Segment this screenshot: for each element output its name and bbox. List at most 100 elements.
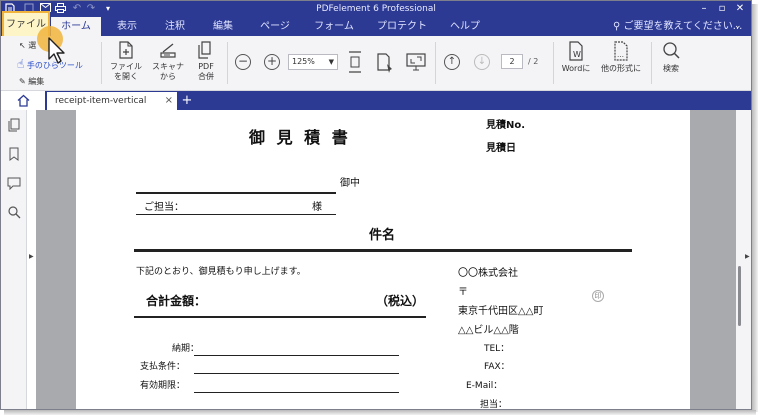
payment-line — [194, 373, 399, 374]
title-bar: ↶ ↷ ▾ PDFelement 6 Professional – ▫ ✕ — [1, 1, 751, 17]
validity-label: 有効期限： — [140, 381, 186, 391]
help-search-box[interactable]: ⚲ ご要望を教えてください... — [613, 17, 742, 36]
hand-icon: ☝ — [17, 57, 25, 71]
thumbnails-icon[interactable] — [7, 118, 21, 132]
payment-terms-label: 支払条件： — [140, 362, 186, 372]
help-search-placeholder: ご要望を教えてください... — [623, 21, 743, 32]
open-file-button[interactable]: ファイル を開く — [107, 40, 145, 82]
expand-left-panel-icon[interactable]: ▶ — [29, 253, 34, 260]
window-title: PDFelement 6 Professional — [316, 4, 436, 14]
collapse-ribbon-icon[interactable]: ⌄ — [734, 17, 742, 36]
recipient-line — [136, 192, 336, 194]
page-number-input[interactable]: 2 — [501, 54, 523, 69]
zoom-in-icon[interactable]: + — [264, 54, 280, 70]
svg-text:W: W — [573, 50, 581, 59]
convert-to-other-button[interactable]: … 他の形式に — [597, 40, 645, 74]
left-sidebar — [1, 110, 27, 409]
seal-mark: 印 — [592, 290, 604, 302]
chevron-down-icon: ▼ — [328, 58, 334, 66]
intro-text: 下記のとおり、御見積もり申し上げます。 — [136, 267, 306, 277]
tab-title: receipt-item-vertical — [55, 96, 147, 106]
page-select-icon[interactable] — [376, 52, 394, 78]
next-page-icon[interactable]: ↓ — [474, 54, 490, 70]
lightbulb-icon: ⚲ — [613, 21, 621, 32]
menu-view[interactable]: 表示 — [105, 17, 149, 36]
window-shadow — [752, 4, 758, 412]
contact-label: 担当： — [480, 400, 508, 410]
subject-line — [134, 249, 632, 252]
fax-label: FAX： — [484, 362, 510, 372]
window-shadow — [4, 410, 756, 415]
zoom-out-icon[interactable]: − — [235, 54, 251, 70]
edit-tool-button[interactable]: ✎ 編集 — [19, 76, 44, 88]
delivery-line — [194, 355, 399, 356]
home-tab[interactable] — [1, 91, 45, 110]
close-tab-icon[interactable]: × — [165, 92, 173, 110]
select-tool[interactable]: ↖ 選 — [19, 40, 36, 52]
validity-line — [194, 392, 399, 393]
menu-edit[interactable]: 編集 — [201, 17, 245, 36]
maximize-icon[interactable]: ▫ — [715, 2, 729, 16]
delivery-label: 納期： — [172, 344, 200, 354]
word-file-icon: W — [569, 41, 583, 61]
ribbon-divider — [227, 42, 228, 84]
menu-protect[interactable]: プロテクト — [369, 17, 435, 36]
minimize-icon[interactable]: – — [697, 2, 711, 16]
page-total: / 2 — [528, 57, 539, 66]
search-icon — [663, 42, 680, 59]
email-label: E-Mail： — [466, 381, 503, 391]
other-format-icon: … — [614, 41, 628, 61]
total-amount-label: 合計金額： — [146, 294, 207, 308]
company-name: 〇〇株式会社 — [458, 268, 518, 279]
combine-files-icon — [198, 41, 211, 59]
sama-label: 様 — [312, 202, 322, 213]
menu-bar: ファイル ホーム 表示 注釈 編集 ページ フォーム プロテクト ヘルプ ⚲ ご… — [1, 11, 751, 39]
combine-pdf-button[interactable]: PDF 合併 — [191, 40, 221, 82]
menu-page[interactable]: ページ — [251, 17, 299, 36]
new-file-icon — [119, 41, 133, 59]
total-amount-line — [134, 316, 426, 318]
estimate-number-label: 見積No. — [486, 120, 526, 131]
convert-to-word-button[interactable]: W Wordに — [559, 40, 593, 74]
ribbon-toolbar: ↖ 選 ☝ 手のひらツール ✎ 編集 ファイル を開く スキャナ から PDF … — [1, 36, 751, 91]
tab-receipt-item-vertical[interactable]: receipt-item-vertical × — [47, 92, 177, 110]
scanner-icon — [160, 43, 176, 58]
subject-label: 件名 — [369, 228, 396, 243]
tax-included-label: （税込） — [376, 294, 425, 308]
menu-form[interactable]: フォーム — [306, 17, 362, 36]
ribbon-divider — [651, 42, 652, 84]
search-button[interactable]: 検索 — [657, 40, 685, 74]
add-tab-icon[interactable]: + — [179, 91, 195, 110]
bookmark-icon[interactable] — [7, 147, 21, 161]
estimate-date-label: 見積日 — [486, 143, 516, 154]
document-tab-strip: receipt-item-vertical × + — [1, 91, 751, 110]
person-line — [136, 214, 336, 215]
fullscreen-icon[interactable] — [406, 53, 426, 75]
address-line-2: △△ビル△△階 — [458, 325, 519, 336]
pencil-icon: ✎ — [19, 77, 26, 86]
scrollbar-thumb[interactable] — [738, 266, 741, 326]
vertical-scrollbar[interactable] — [736, 110, 751, 409]
menu-comment[interactable]: 注釈 — [153, 17, 197, 36]
home-icon — [17, 94, 30, 107]
ribbon-divider — [435, 42, 436, 84]
arrow-select-icon: ↖ — [19, 41, 26, 50]
postal-mark: 〒 — [458, 287, 468, 298]
tel-label: TEL： — [484, 344, 510, 354]
fit-height-icon[interactable] — [347, 50, 363, 78]
menu-help[interactable]: ヘルプ — [441, 17, 489, 36]
address-line-1: 東京千代田区△△町 — [458, 306, 544, 317]
zoom-level-select[interactable]: 125% ▼ — [288, 54, 338, 70]
ribbon-divider — [101, 42, 102, 84]
app-window: ↶ ↷ ▾ PDFelement 6 Professional – ▫ ✕ ファ… — [0, 0, 752, 410]
expand-right-panel-icon[interactable]: ▶ — [745, 253, 750, 260]
mouse-cursor-icon — [37, 26, 65, 64]
document-viewer[interactable]: 御 見 積 書 見積No. 見積日 御中 ご担当： 様 件名 下記のとおり、御見… — [36, 110, 736, 410]
previous-page-icon[interactable]: ↑ — [444, 54, 460, 70]
comment-icon[interactable] — [7, 176, 21, 190]
search-panel-icon[interactable] — [7, 205, 21, 219]
ribbon-divider — [553, 42, 554, 84]
close-window-icon[interactable]: ✕ — [733, 2, 747, 16]
scanner-button[interactable]: スキャナ から — [149, 40, 187, 82]
person-in-charge-label: ご担当： — [144, 202, 184, 213]
